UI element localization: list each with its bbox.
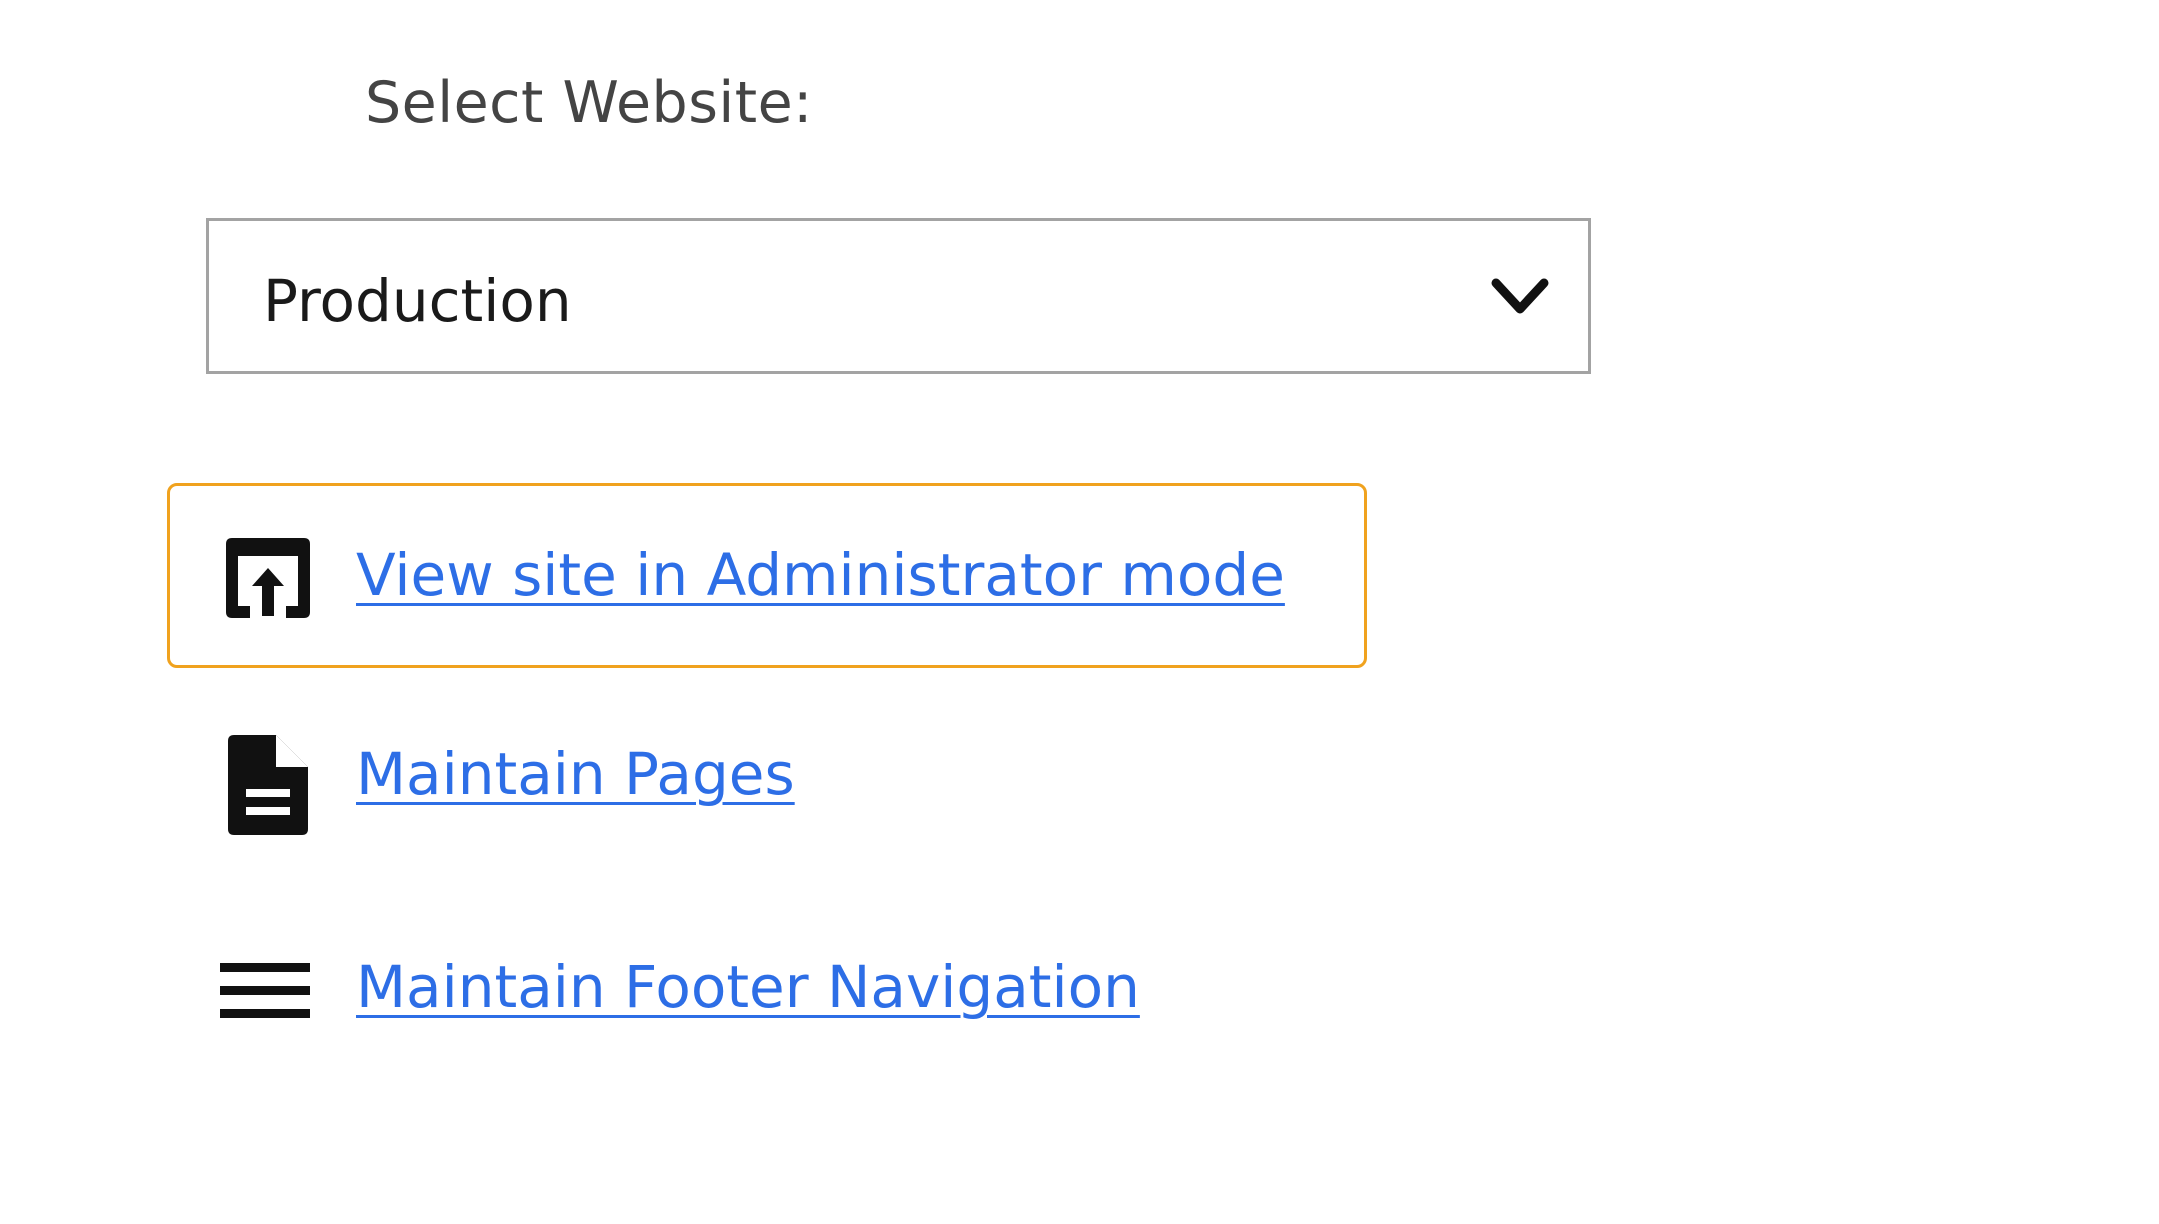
website-select[interactable]: Production	[206, 218, 1591, 374]
maintain-footer-nav-link[interactable]: Maintain Footer Navigation	[356, 953, 1140, 1021]
website-select-value: Production	[263, 267, 572, 335]
view-admin-mode-link[interactable]: View site in Administrator mode	[356, 541, 1285, 609]
open-in-new-window-icon	[218, 528, 318, 628]
menu-lines-icon	[214, 941, 314, 1041]
document-icon	[218, 729, 318, 835]
chevron-down-icon	[1490, 275, 1550, 319]
maintain-pages-link[interactable]: Maintain Pages	[356, 740, 795, 808]
maintain-pages-row[interactable]: Maintain Pages	[167, 689, 1367, 874]
view-admin-mode-row[interactable]: View site in Administrator mode	[167, 483, 1367, 668]
select-website-label: Select Website:	[365, 70, 813, 136]
maintain-footer-nav-row[interactable]: Maintain Footer Navigation	[167, 899, 1367, 1084]
